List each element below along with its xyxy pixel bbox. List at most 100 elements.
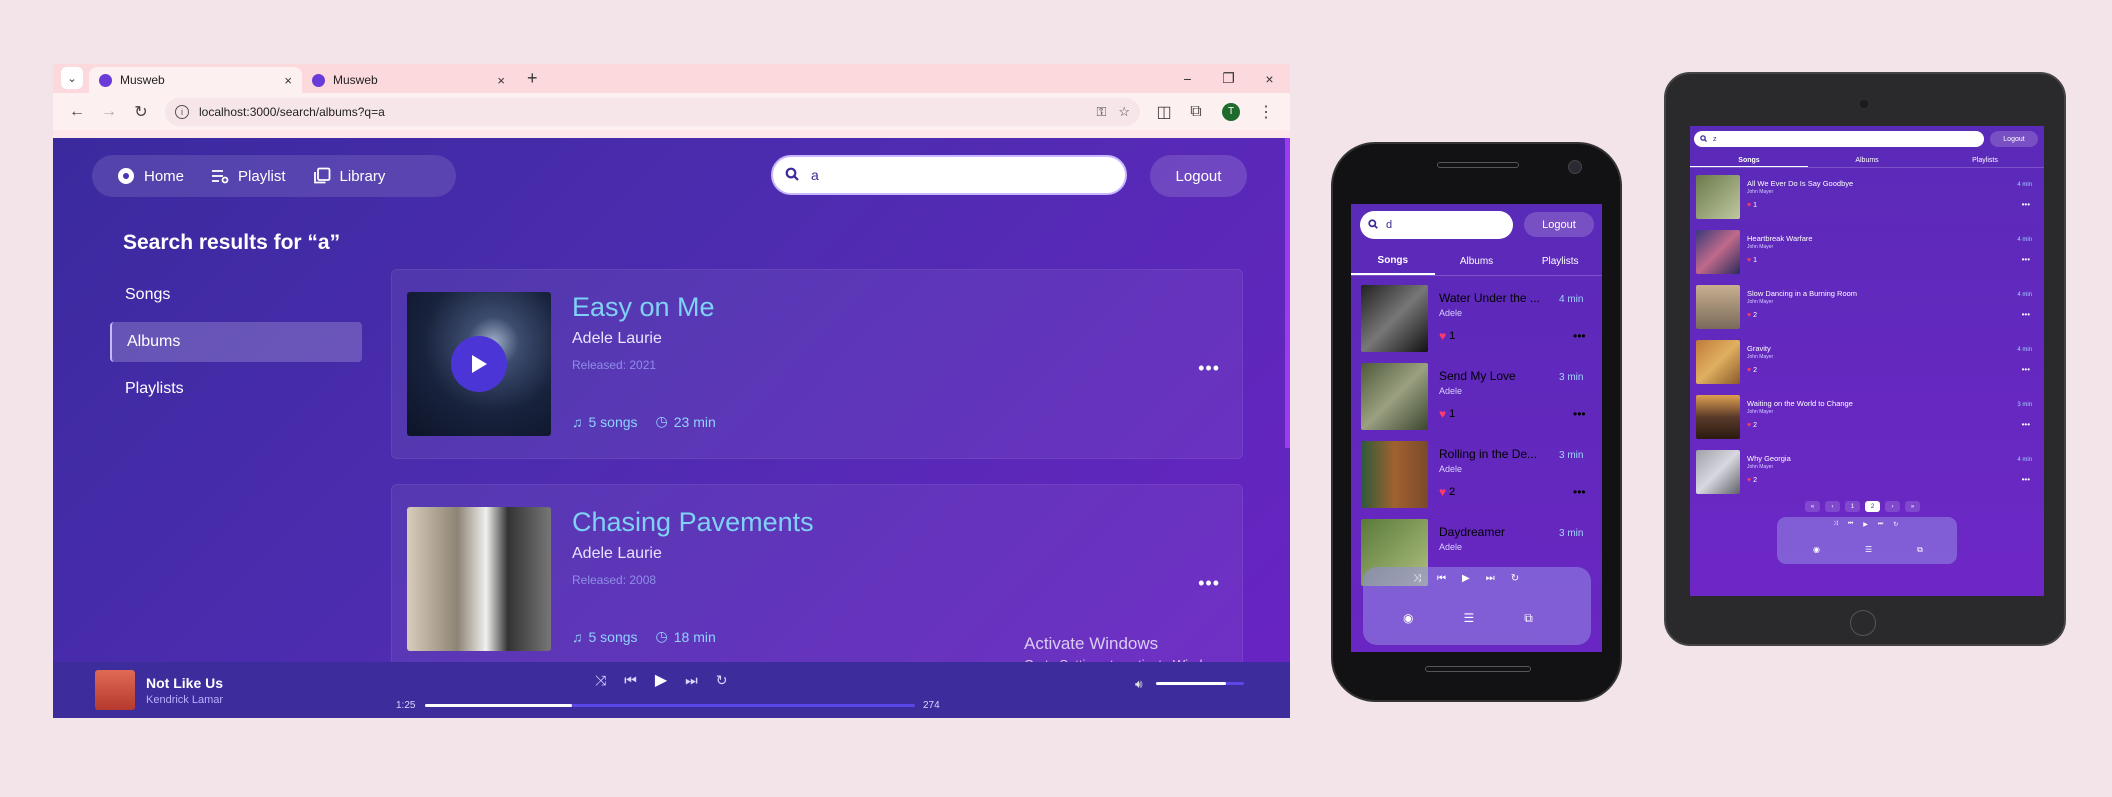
album-artist[interactable]: Adele Laurie xyxy=(572,330,662,348)
song-title[interactable]: Gravity xyxy=(1747,344,1771,353)
song-row[interactable]: All We Ever Do Is Say Goodbye John Mayer… xyxy=(1696,175,2036,225)
tab-playlists[interactable]: Playlists xyxy=(1926,154,2044,167)
heart-icon[interactable]: ♥ xyxy=(1439,407,1446,421)
search-box[interactable] xyxy=(771,155,1127,195)
heart-icon[interactable]: ♥ xyxy=(1439,485,1446,499)
search-input[interactable]: d xyxy=(1386,219,1392,231)
shuffle-icon[interactable]: ⤨ xyxy=(1833,521,1838,528)
more-options-icon[interactable]: ••• xyxy=(2022,310,2030,319)
password-key-icon[interactable]: ⚿ xyxy=(1096,104,1106,120)
song-likes[interactable]: ♥ 2 xyxy=(1747,312,1757,319)
song-row[interactable]: Why Georgia John Mayer ♥ 2 4 min ••• xyxy=(1696,450,2036,500)
more-options-icon[interactable]: ••• xyxy=(1573,485,1586,499)
playlist-icon[interactable]: ☰ xyxy=(1865,545,1872,555)
heart-icon[interactable]: ♥ xyxy=(1747,312,1751,319)
song-likes[interactable]: ♥ 1 xyxy=(1439,407,1455,421)
song-title[interactable]: Water Under the ... xyxy=(1439,291,1549,305)
song-title[interactable]: Why Georgia xyxy=(1747,454,1791,463)
album-artist[interactable]: Adele Laurie xyxy=(572,545,662,563)
song-row[interactable]: Send My Love Adele ♥ 1 3 min ••• xyxy=(1361,363,1596,433)
tab-songs[interactable]: Songs xyxy=(1690,154,1808,167)
song-row[interactable]: Gravity John Mayer ♥ 2 4 min ••• xyxy=(1696,340,2036,390)
search-box[interactable]: d xyxy=(1360,211,1513,239)
heart-icon[interactable]: ♥ xyxy=(1747,202,1751,209)
more-options-icon[interactable]: ••• xyxy=(1573,329,1586,343)
prev-page-button[interactable]: ‹ xyxy=(1825,501,1840,512)
forward-button[interactable]: → xyxy=(93,97,125,127)
album-cover[interactable] xyxy=(407,507,551,651)
play-icon[interactable]: ▶ xyxy=(1462,573,1470,584)
progress-bar[interactable] xyxy=(425,704,915,707)
song-row[interactable]: Water Under the ... Adele ♥ 1 4 min ••• xyxy=(1361,285,1596,355)
more-options-icon[interactable]: ••• xyxy=(2022,255,2030,264)
address-bar[interactable]: i localhost:3000/search/albums?q=a ⚿ ☆ xyxy=(165,97,1140,126)
song-title[interactable]: Waiting on the World to Change xyxy=(1747,399,1853,408)
album-cover[interactable] xyxy=(407,292,551,436)
extensions-puzzle-icon[interactable]: ⧉ xyxy=(1180,97,1212,127)
album-title[interactable]: Easy on Me xyxy=(572,292,715,323)
nav-library[interactable]: Library xyxy=(312,166,385,186)
tab-albums[interactable]: Albums xyxy=(1808,154,1926,167)
browser-tab-2[interactable]: Musweb × xyxy=(302,67,515,93)
nav-home[interactable]: Home xyxy=(116,166,184,186)
last-page-button[interactable]: » xyxy=(1905,501,1920,512)
next-icon[interactable]: ⏭ xyxy=(1878,521,1883,528)
category-albums[interactable]: Albums xyxy=(110,322,362,362)
previous-icon[interactable]: ⏮ xyxy=(624,672,637,689)
library-icon[interactable]: ⧉ xyxy=(1917,545,1923,555)
heart-icon[interactable]: ♥ xyxy=(1747,367,1751,374)
tab-songs[interactable]: Songs xyxy=(1351,248,1435,275)
library-icon[interactable]: ⧉ xyxy=(1524,611,1533,626)
now-playing-artist[interactable]: Kendrick Lamar xyxy=(146,694,223,706)
song-title[interactable]: Daydreamer xyxy=(1439,525,1549,539)
song-row[interactable]: Slow Dancing in a Burning Room John Maye… xyxy=(1696,285,2036,335)
playlist-icon[interactable]: ☰ xyxy=(1463,611,1474,626)
category-songs[interactable]: Songs xyxy=(110,275,362,315)
first-page-button[interactable]: « xyxy=(1805,501,1820,512)
heart-icon[interactable]: ♥ xyxy=(1747,477,1751,484)
profile-avatar[interactable]: T xyxy=(1222,102,1240,121)
volume-slider[interactable] xyxy=(1156,682,1244,685)
song-row[interactable]: Heartbreak Warfare John Mayer ♥ 1 4 min •… xyxy=(1696,230,2036,280)
song-title[interactable]: Slow Dancing in a Burning Room xyxy=(1747,289,1857,298)
browser-menu-icon[interactable]: ⋮ xyxy=(1250,97,1282,127)
volume-icon[interactable]: 🔊︎ xyxy=(1135,677,1143,692)
repeat-icon[interactable]: ↻ xyxy=(1511,573,1519,584)
new-tab-button[interactable]: + xyxy=(527,68,538,89)
heart-icon[interactable]: ♥ xyxy=(1747,422,1751,429)
restore-button[interactable]: ❐ xyxy=(1208,64,1249,93)
shuffle-icon[interactable]: ⤨ xyxy=(1413,573,1421,584)
heart-icon[interactable]: ♥ xyxy=(1747,257,1751,264)
song-likes[interactable]: ♥ 2 xyxy=(1747,477,1757,484)
logout-button[interactable]: Logout xyxy=(1150,155,1247,197)
tab-albums[interactable]: Albums xyxy=(1435,248,1519,275)
disc-icon[interactable]: ◉ xyxy=(1403,611,1413,626)
tab-close-icon[interactable]: × xyxy=(284,73,292,88)
next-icon[interactable]: ⏭ xyxy=(685,672,698,689)
song-likes[interactable]: ♥ 2 xyxy=(1439,485,1455,499)
more-options-icon[interactable]: ••• xyxy=(2022,475,2030,484)
play-icon[interactable]: ▶ xyxy=(655,670,667,690)
page-button-active[interactable]: 2 xyxy=(1865,501,1880,512)
previous-icon[interactable]: ⏮ xyxy=(1437,573,1446,584)
song-likes[interactable]: ♥ 2 xyxy=(1747,367,1757,374)
disc-icon[interactable]: ◉ xyxy=(1813,545,1820,555)
song-title[interactable]: Send My Love xyxy=(1439,369,1549,383)
song-title[interactable]: All We Ever Do Is Say Goodbye xyxy=(1747,179,1853,188)
more-options-icon[interactable]: ••• xyxy=(2022,420,2030,429)
song-likes[interactable]: ♥ 2 xyxy=(1747,422,1757,429)
reload-button[interactable]: ↻ xyxy=(125,97,157,127)
tab-search-dropdown[interactable]: ⌄ xyxy=(61,67,83,89)
search-box[interactable]: z xyxy=(1694,131,1984,147)
song-title[interactable]: Heartbreak Warfare xyxy=(1747,234,1813,243)
more-options-icon[interactable]: ••• xyxy=(1198,358,1220,379)
song-likes[interactable]: ♥ 1 xyxy=(1439,329,1455,343)
song-row[interactable]: Waiting on the World to Change John Maye… xyxy=(1696,395,2036,445)
song-row[interactable]: Rolling in the De... Adele ♥ 2 3 min ••• xyxy=(1361,441,1596,511)
bookmark-star-icon[interactable]: ☆ xyxy=(1118,104,1130,120)
previous-icon[interactable]: ⏮ xyxy=(1848,521,1853,528)
logout-button[interactable]: Logout xyxy=(1524,212,1594,237)
repeat-icon[interactable]: ↻ xyxy=(1893,521,1898,528)
heart-icon[interactable]: ♥ xyxy=(1439,329,1446,343)
logout-button[interactable]: Logout xyxy=(1990,131,2038,147)
